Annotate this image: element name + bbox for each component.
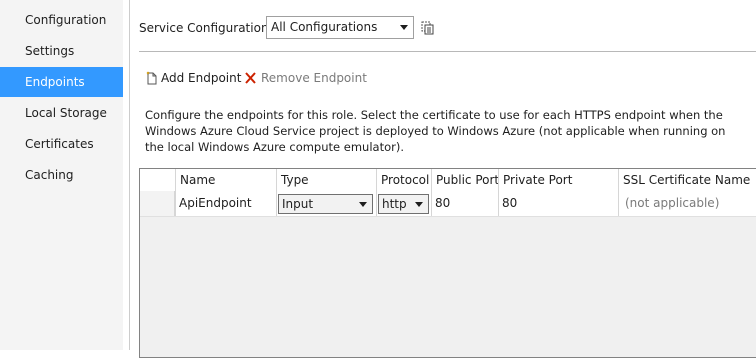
nav-item-local-storage[interactable]: Local Storage (0, 98, 123, 128)
nav-item-certificates[interactable]: Certificates (0, 129, 123, 159)
nav-divider (129, 0, 130, 350)
column-header-type[interactable]: Type (276, 169, 376, 191)
chevron-down-icon (415, 202, 423, 207)
red-x-icon (245, 72, 256, 84)
remove-endpoint-label: Remove Endpoint (261, 71, 367, 85)
column-header-name[interactable]: Name (175, 169, 276, 191)
header-separator (139, 51, 756, 52)
add-endpoint-label: Add Endpoint (161, 71, 242, 85)
grid-body: ApiEndpoint Input http 80 80 (not applic… (140, 191, 756, 357)
nav-item-configuration[interactable]: Configuration (0, 5, 123, 35)
type-combobox[interactable]: Input (278, 194, 373, 214)
role-designer-nav: Configuration Settings Endpoints Local S… (0, 0, 123, 350)
service-configuration-value: All Configurations (271, 20, 378, 34)
row-selector[interactable] (140, 191, 175, 216)
cell-protocol[interactable]: http (376, 191, 431, 216)
nav-item-caching[interactable]: Caching (0, 160, 123, 190)
column-header-private-port[interactable]: Private Port (498, 169, 618, 191)
table-row[interactable]: ApiEndpoint Input http 80 80 (not applic… (140, 191, 756, 217)
service-configuration-dropdown[interactable]: All Configurations (266, 16, 414, 39)
nav-item-settings[interactable]: Settings (0, 36, 123, 66)
chevron-down-icon (400, 25, 408, 30)
cell-public-port[interactable]: 80 (431, 191, 498, 216)
nav-item-endpoints[interactable]: Endpoints (0, 67, 123, 97)
column-header-ssl-certificate[interactable]: SSL Certificate Name (618, 169, 756, 191)
add-endpoint-button[interactable]: Add Endpoint (146, 70, 242, 86)
cell-name[interactable]: ApiEndpoint (175, 191, 276, 216)
remove-endpoint-button[interactable]: Remove Endpoint (244, 70, 367, 86)
copy-config-icon[interactable] (421, 21, 435, 38)
endpoints-grid: Name Type Protocol Public Port Private P… (139, 168, 756, 358)
new-document-icon (146, 71, 157, 85)
cell-private-port[interactable]: 80 (498, 191, 618, 216)
protocol-combobox[interactable]: http (378, 194, 429, 214)
cell-ssl-certificate[interactable]: (not applicable) (618, 191, 756, 216)
chevron-down-icon (359, 202, 367, 207)
endpoints-description: Configure the endpoints for this role. S… (145, 108, 726, 154)
grid-header: Name Type Protocol Public Port Private P… (140, 169, 756, 192)
service-configuration-label: Service Configuration: (139, 21, 273, 35)
cell-type[interactable]: Input (276, 191, 376, 216)
column-header-public-port[interactable]: Public Port (431, 169, 498, 191)
column-header-protocol[interactable]: Protocol (376, 169, 431, 191)
protocol-value: http (382, 197, 407, 211)
type-value: Input (282, 197, 314, 211)
